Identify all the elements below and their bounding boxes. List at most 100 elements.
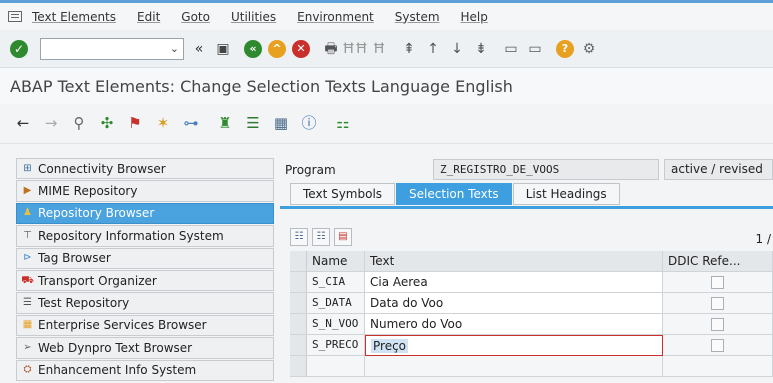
selected-text: Preço (371, 339, 409, 353)
page-indicator: 1 / (755, 232, 772, 246)
row-selector[interactable] (290, 272, 307, 293)
where-used-icon[interactable]: ✶ (154, 115, 172, 133)
selection-text-input[interactable]: Cia Aerea (365, 272, 663, 293)
back-icon[interactable]: « (244, 39, 262, 58)
menu-text-elements[interactable]: Text Elements (32, 10, 116, 24)
row-selector-header[interactable] (290, 251, 307, 272)
empty-cell (663, 356, 773, 377)
row-selector[interactable] (290, 293, 307, 314)
menu-edit[interactable]: Edit (137, 10, 160, 24)
display-object-list-icon[interactable]: ⊶ (182, 115, 200, 133)
command-field[interactable]: ⌄ (40, 37, 184, 60)
ddic-reference-checkbox-cell (663, 272, 773, 293)
back-double-icon[interactable]: « (190, 40, 208, 58)
nav-repository-information-system[interactable]: ⊤ Repository Information System (16, 225, 274, 247)
nav-enterprise-services-browser[interactable]: ▦ Enterprise Services Browser (16, 314, 274, 337)
find-next-icon[interactable]: Ħ (370, 40, 388, 58)
nav-repository-browser[interactable]: ♟ Repository Browser (16, 202, 274, 225)
tab-list-headings[interactable]: List Headings (512, 183, 620, 205)
next-page-icon[interactable]: ↓ (448, 40, 466, 58)
print-icon[interactable]: 🖶 (322, 40, 340, 58)
first-page-icon[interactable]: ⇞ (400, 40, 418, 58)
program-status-field: active / revised (664, 159, 773, 180)
shortcut-icon[interactable]: ▭ (526, 40, 544, 58)
nav-connectivity-browser[interactable]: ⊞ Connectivity Browser (16, 158, 274, 180)
nav-transport-organizer[interactable]: ⛟ Transport Organizer (16, 269, 274, 292)
create-session-icon[interactable]: ▭ (502, 40, 520, 58)
previous-page-icon[interactable]: ↑ (424, 40, 442, 58)
repository-icon: ♟ (23, 207, 32, 219)
save-icon[interactable]: ▣ (214, 40, 232, 58)
back-arrow-icon[interactable]: ← (14, 115, 32, 133)
tab-strip: Text Symbols Selection Texts List Headin… (290, 183, 621, 205)
menu-help[interactable]: Help (461, 10, 488, 24)
application-toolbar: ← → ⚲ ✣ ⚑ ✶ ⊶ ♜ ☰ ▦ ⓘ ⚏ (0, 104, 773, 144)
nav-test-repository[interactable]: ☰ Test Repository (16, 292, 274, 314)
deselect-all-icon[interactable]: ☷ (312, 228, 330, 246)
services-icon: ▦ (22, 319, 33, 331)
row-selector[interactable] (290, 314, 307, 335)
menu-utilities[interactable]: Utilities (231, 10, 276, 24)
selection-text-input[interactable]: Numero do Voo (365, 314, 663, 335)
row-selector[interactable] (290, 335, 307, 356)
nav-mime-repository[interactable]: ▶ MIME Repository (16, 180, 274, 202)
menu-icon[interactable] (8, 11, 22, 22)
menu-goto[interactable]: Goto (181, 10, 210, 24)
find-icon[interactable]: ĦĦ (342, 40, 368, 58)
ddic-reference-checkbox[interactable] (711, 339, 724, 352)
nav-web-dynpro-text-browser[interactable]: ➢ Web Dynpro Text Browser (16, 337, 274, 359)
column-header-ddic[interactable]: DDIC Refe... (663, 251, 773, 272)
info-icon[interactable]: ⓘ (300, 115, 318, 133)
table-header-row: Name Text DDIC Refe... (290, 251, 773, 272)
ddic-reference-checkbox[interactable] (711, 318, 724, 331)
table-row-empty (290, 356, 773, 377)
column-header-text[interactable]: Text (365, 251, 663, 272)
hierarchy-icon[interactable]: ♜ (216, 115, 234, 133)
select-all-icon[interactable]: ☷ (290, 228, 308, 246)
page-title: ABAP Text Elements: Change Selection Tex… (0, 68, 773, 104)
enter-check-icon[interactable]: ✓ (10, 39, 28, 58)
selection-name: S_N_VOO (307, 314, 365, 335)
check-icon[interactable]: ✣ (98, 115, 116, 133)
text-elements-editor: Program Z_REGISTRO_DE_VOOS active / revi… (280, 158, 773, 383)
exit-icon[interactable]: ^ (268, 39, 286, 58)
table-icon[interactable]: ▦ (272, 115, 290, 133)
transport-icon: ⛟ (21, 274, 34, 286)
other-object-icon[interactable]: ⚲ (70, 115, 88, 133)
info-system-icon: ⊤ (23, 229, 32, 241)
ddic-reference-checkbox-cell (663, 314, 773, 335)
selection-name: S_CIA (307, 272, 365, 293)
column-header-name[interactable]: Name (307, 251, 365, 272)
ddic-reference-checkbox-cell (663, 293, 773, 314)
ddic-reference-checkbox[interactable] (711, 297, 724, 310)
table-row: S_N_VOO Numero do Voo (290, 314, 773, 335)
table-row: S_PRECO Preço (290, 335, 773, 356)
help-icon[interactable]: ? (556, 39, 574, 58)
empty-cell[interactable] (365, 356, 663, 377)
customize-layout-icon[interactable]: ⚙ (580, 40, 598, 58)
empty-cell (307, 356, 365, 377)
tab-selection-texts[interactable]: Selection Texts (396, 183, 512, 205)
forward-arrow-icon[interactable]: → (42, 115, 60, 133)
menu-system[interactable]: System (395, 10, 440, 24)
row-selector[interactable] (290, 356, 307, 377)
nav-enhancement-info-system[interactable]: ⛭ Enhancement Info System (16, 359, 274, 381)
table-toolbar: ☷ ☷ ▤ (290, 228, 356, 248)
nav-tag-browser[interactable]: ⊳ Tag Browser (16, 247, 274, 269)
menu-environment[interactable]: Environment (297, 10, 374, 24)
tab-text-symbols[interactable]: Text Symbols (290, 183, 396, 205)
ddic-reference-checkbox[interactable] (711, 276, 724, 289)
last-page-icon[interactable]: ⇟ (472, 40, 490, 58)
table-row: S_DATA Data do Voo (290, 293, 773, 314)
selection-text-input[interactable]: Data do Voo (365, 293, 663, 314)
connectivity-icon: ⊞ (23, 162, 32, 174)
compare-icon[interactable]: ⚏ (334, 115, 352, 133)
mime-icon: ▶ (23, 185, 32, 197)
selection-name: S_DATA (307, 293, 365, 314)
menu-bar: Text Elements Edit Goto Utilities Enviro… (0, 0, 773, 30)
navigation-window-icon[interactable]: ☰ (244, 115, 262, 133)
cancel-icon[interactable]: ✕ (292, 39, 310, 58)
activate-icon[interactable]: ⚑ (126, 115, 144, 133)
selection-text-input-active[interactable]: Preço (365, 335, 663, 356)
delete-row-icon[interactable]: ▤ (334, 228, 352, 246)
